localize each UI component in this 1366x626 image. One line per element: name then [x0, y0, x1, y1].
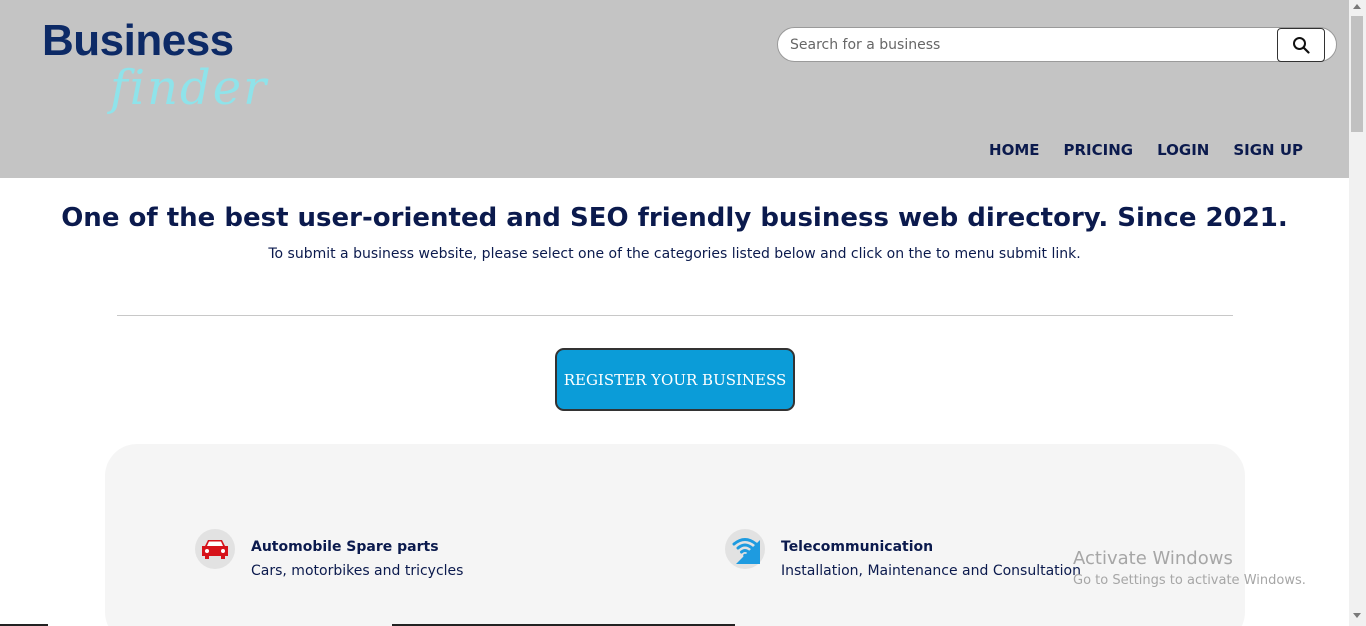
site-header: Business finder HOME PRICING LOGIN SIGN … [0, 0, 1349, 178]
category-desc: Installation, Maintenance and Consultati… [781, 563, 1081, 579]
search-box [777, 27, 1337, 62]
scroll-up-arrow-icon[interactable] [1353, 4, 1361, 9]
page-headline: One of the best user-oriented and SEO fr… [61, 203, 1288, 233]
search-button[interactable] [1277, 28, 1325, 62]
main-nav: HOME PRICING LOGIN SIGN UP [989, 141, 1303, 159]
vertical-scrollbar[interactable] [1349, 0, 1366, 626]
category-telecommunication[interactable]: Telecommunication Installation, Maintena… [725, 529, 1081, 579]
category-automobile[interactable]: Automobile Spare parts Cars, motorbikes … [195, 529, 463, 579]
nav-login[interactable]: LOGIN [1157, 141, 1209, 159]
activate-windows-watermark: Activate Windows Go to Settings to activ… [1073, 548, 1306, 588]
category-desc: Cars, motorbikes and tricycles [251, 563, 464, 579]
register-business-button[interactable]: REGISTER YOUR BUSINESS [555, 348, 795, 411]
watermark-subtitle: Go to Settings to activate Windows. [1073, 573, 1306, 588]
categories-panel [105, 444, 1245, 626]
watermark-title: Activate Windows [1073, 548, 1233, 569]
category-text: Automobile Spare parts Cars, motorbikes … [251, 539, 463, 579]
logo-wordmark[interactable]: Business [42, 16, 234, 66]
category-title[interactable]: Telecommunication [781, 539, 1081, 555]
category-text: Telecommunication Installation, Maintena… [781, 539, 1081, 579]
nav-home[interactable]: HOME [989, 141, 1039, 159]
category-title[interactable]: Automobile Spare parts [251, 539, 463, 555]
page-subtext: To submit a business website, please sel… [268, 246, 1081, 262]
nav-pricing[interactable]: PRICING [1064, 141, 1134, 159]
divider [117, 315, 1233, 316]
category-icon-wrap [725, 529, 765, 569]
search-input[interactable] [790, 34, 1270, 56]
scroll-thumb[interactable] [1351, 16, 1363, 132]
scroll-down-arrow-icon[interactable] [1353, 613, 1361, 618]
nav-signup[interactable]: SIGN UP [1233, 141, 1303, 159]
search-icon [1293, 37, 1310, 54]
logo-script: finder [110, 60, 269, 116]
category-icon-wrap [195, 529, 235, 569]
car-icon [202, 540, 228, 559]
wifi-signal-icon [732, 538, 760, 564]
